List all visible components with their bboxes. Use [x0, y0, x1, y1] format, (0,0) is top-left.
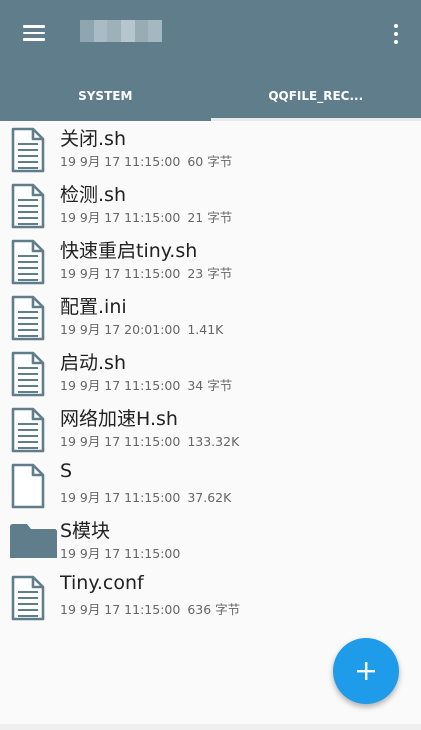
bottom-edge	[0, 724, 421, 730]
text-file-icon	[10, 575, 46, 625]
file-date: 19 9月 17 11:15:00	[60, 154, 181, 169]
file-row[interactable]: Tiny.conf 19 9月 17 11:15:00 636 字节	[0, 569, 421, 625]
file-name: S	[60, 460, 73, 482]
tab-system[interactable]: SYSTEM	[0, 70, 211, 121]
file-row[interactable]: S 19 9月 17 11:15:00 37.62K	[0, 457, 421, 513]
text-file-icon	[10, 407, 46, 457]
file-date: 19 9月 17 11:15:00	[60, 434, 181, 449]
file-size: 37.62K	[187, 490, 232, 505]
file-row[interactable]: 网络加速H.sh 19 9月 17 11:15:00 133.32K	[0, 401, 421, 457]
file-meta: 19 9月 17 11:15:00 37.62K	[60, 487, 231, 506]
file-meta: 19 9月 17 11:15:00 60 字节	[60, 151, 232, 170]
blurred-title	[80, 20, 163, 42]
file-date: 19 9月 17 11:15:00	[60, 490, 181, 505]
text-file-icon	[10, 239, 46, 289]
tab-label: SYSTEM	[78, 88, 133, 103]
file-name: 关闭.sh	[60, 128, 126, 150]
text-file-icon	[10, 351, 46, 401]
tab-bar: SYSTEM QQFILE_REC...	[0, 70, 421, 121]
file-row[interactable]: 检测.sh 19 9月 17 11:15:00 21 字节	[0, 177, 421, 233]
tab-qqfile-rec[interactable]: QQFILE_REC...	[210, 70, 421, 121]
more-vert-icon[interactable]	[384, 20, 408, 48]
file-date: 19 9月 17 11:15:00	[60, 378, 181, 393]
file-size: 21 字节	[187, 210, 233, 225]
file-date: 19 9月 17 11:15:00	[60, 266, 181, 281]
add-button[interactable]	[333, 638, 399, 704]
file-name: 快速重启tiny.sh	[60, 240, 198, 262]
tab-label: QQFILE_REC...	[268, 88, 364, 103]
file-date: 19 9月 17 20:01:00	[60, 322, 181, 337]
file-size: 1.41K	[187, 322, 224, 337]
app-bar: SYSTEM QQFILE_REC...	[0, 0, 421, 121]
text-file-icon	[10, 127, 46, 177]
hamburger-menu-icon[interactable]	[14, 18, 54, 48]
file-date: 19 9月 17 11:15:00	[60, 546, 181, 561]
file-date: 19 9月 17 11:15:00	[60, 210, 181, 225]
file-icon	[10, 463, 46, 513]
file-row[interactable]: 配置.ini 19 9月 17 20:01:00 1.41K	[0, 289, 421, 345]
file-meta: 19 9月 17 11:15:00	[60, 543, 180, 562]
file-meta: 19 9月 17 11:15:00 34 字节	[60, 375, 232, 394]
file-name: 检测.sh	[60, 184, 126, 206]
file-name: 配置.ini	[60, 296, 127, 318]
file-meta: 19 9月 17 11:15:00 133.32K	[60, 431, 239, 450]
file-date: 19 9月 17 11:15:00	[60, 602, 181, 617]
file-name: 网络加速H.sh	[60, 408, 178, 430]
file-row[interactable]: S模块 19 9月 17 11:15:00	[0, 513, 421, 569]
file-size: 23 字节	[187, 266, 233, 281]
file-row[interactable]: 启动.sh 19 9月 17 11:15:00 34 字节	[0, 345, 421, 401]
file-name: S模块	[60, 520, 111, 542]
file-size: 636 字节	[187, 602, 241, 617]
file-size: 60 字节	[187, 154, 233, 169]
text-file-icon	[10, 183, 46, 233]
file-meta: 19 9月 17 11:15:00 21 字节	[60, 207, 232, 226]
file-row[interactable]: 快速重启tiny.sh 19 9月 17 11:15:00 23 字节	[0, 233, 421, 289]
file-name: 启动.sh	[60, 352, 126, 374]
file-row[interactable]: 关闭.sh 19 9月 17 11:15:00 60 字节	[0, 121, 421, 177]
file-meta: 19 9月 17 11:15:00 636 字节	[60, 599, 240, 618]
text-file-icon	[10, 295, 46, 345]
plus-icon	[357, 662, 375, 680]
file-meta: 19 9月 17 11:15:00 23 字节	[60, 263, 232, 282]
file-name: Tiny.conf	[60, 572, 144, 594]
folder-icon	[10, 519, 58, 563]
file-list: 关闭.sh 19 9月 17 11:15:00 60 字节 检测.sh 19 9月 17…	[0, 121, 421, 625]
file-size: 133.32K	[187, 434, 240, 449]
file-meta: 19 9月 17 20:01:00 1.41K	[60, 319, 223, 338]
file-size: 34 字节	[187, 378, 233, 393]
